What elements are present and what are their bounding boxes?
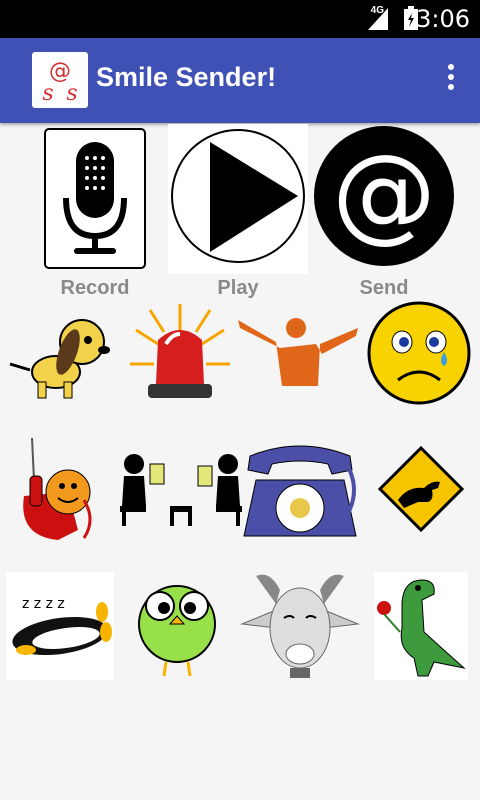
at-sign-icon: @ — [314, 126, 454, 266]
send-button[interactable]: @ — [314, 124, 454, 270]
play-icon — [168, 124, 308, 274]
status-bar: 4G 3:06 — [0, 0, 480, 38]
sleeping-penguin-icon: z z z z — [6, 572, 114, 680]
overflow-menu-button[interactable] — [444, 64, 458, 98]
svg-text:@: @ — [332, 132, 436, 254]
siren-icon — [130, 304, 230, 398]
dog-icon — [9, 319, 110, 399]
smile-telephone[interactable] — [240, 440, 360, 540]
rotary-telephone-icon — [243, 445, 357, 537]
smile-sad[interactable] — [366, 300, 472, 406]
smile-alarm[interactable] — [126, 300, 234, 408]
app-logo: @ s s — [32, 52, 88, 108]
crying-face-icon — [367, 301, 471, 405]
clock: 3:06 — [416, 5, 470, 33]
smile-cheer[interactable] — [236, 314, 360, 386]
owl-icon — [138, 585, 216, 677]
record-button[interactable] — [44, 128, 146, 269]
smile-dog[interactable] — [4, 306, 118, 406]
signal-icon — [368, 8, 388, 30]
goat-icon — [240, 574, 360, 678]
svg-text:s: s — [42, 81, 53, 106]
smile-goat[interactable] — [240, 570, 360, 682]
svg-text:z z z z: z z z z — [22, 596, 65, 612]
cheering-person-icon — [238, 318, 358, 386]
meeting-people-icon — [120, 454, 242, 526]
play-label: Play — [217, 277, 259, 299]
smile-kangaroo[interactable] — [378, 446, 464, 532]
smile-owl[interactable] — [130, 572, 224, 680]
svg-text:s: s — [66, 81, 77, 106]
smile-phone-smiley[interactable] — [18, 436, 102, 542]
smile-meeting[interactable] — [118, 452, 244, 526]
record-label: Record — [60, 277, 130, 299]
phone-smiley-icon — [23, 437, 92, 540]
send-label: Send — [359, 277, 409, 299]
microphone-icon — [44, 128, 146, 269]
app-bar: @ s s Smile Sender! — [0, 38, 480, 123]
smile-dinosaur[interactable] — [374, 572, 468, 680]
play-button[interactable] — [168, 124, 308, 274]
kangaroo-sign-icon — [378, 446, 464, 532]
app-title: Smile Sender! — [96, 62, 277, 92]
dinosaur-flower-icon — [374, 572, 468, 680]
smile-sleeping[interactable]: z z z z — [6, 572, 114, 680]
